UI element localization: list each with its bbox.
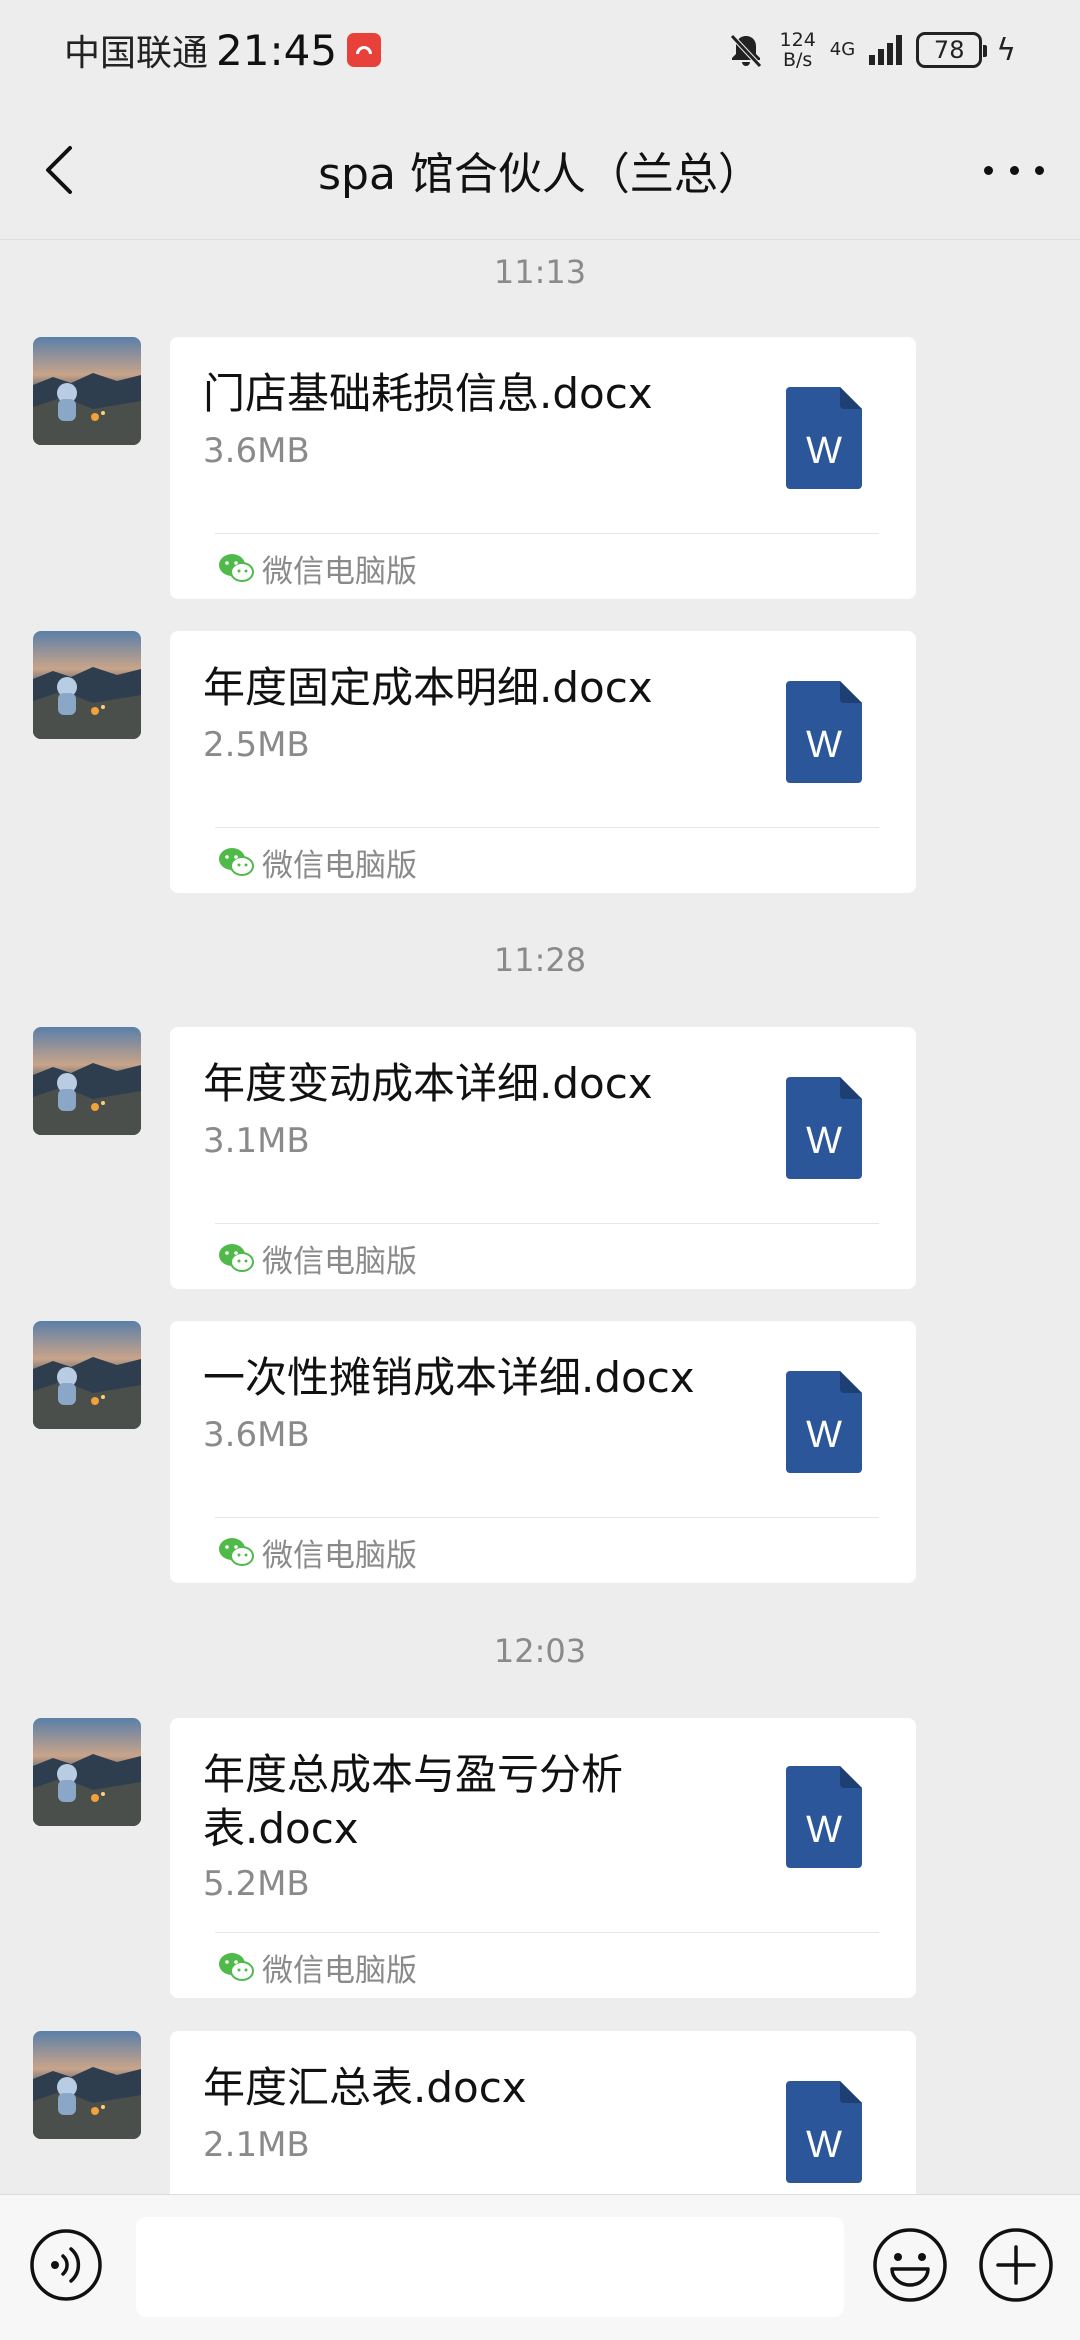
file-size: 3.1MB <box>203 1121 310 1161</box>
file-name: 年度变动成本详细.docx <box>203 1059 653 1108</box>
word-file-icon: W <box>786 387 862 489</box>
svg-text:W: W <box>806 430 842 472</box>
avatar[interactable] <box>33 1718 141 1826</box>
file-bubble[interactable]: 年度变动成本详细.docx 3.1MB W 微信电脑版 <box>170 1027 916 1289</box>
file-bubble[interactable]: 年度总成本与盈亏分析表.docx 5.2MB W 微信电脑版 <box>170 1718 916 1998</box>
divider <box>215 533 879 534</box>
wechat-icon <box>218 847 254 877</box>
file-bubble[interactable]: 年度固定成本明细.docx 2.5MB W 微信电脑版 <box>170 631 916 893</box>
svg-text:W: W <box>806 1414 842 1456</box>
avatar[interactable] <box>33 1321 141 1429</box>
file-name: 年度总成本与盈亏分析表.docx <box>203 1750 624 1853</box>
network-type: 4G <box>829 39 856 60</box>
battery-level: 78 <box>933 36 965 64</box>
more-options-icon[interactable] <box>984 150 1044 190</box>
carrier-name: 中国联通 <box>64 33 209 74</box>
timestamp: 12:03 <box>493 1632 587 1670</box>
bell-muted-icon <box>729 34 762 68</box>
file-name: 门店基础耗损信息.docx <box>203 369 653 418</box>
file-name: 一次性摊销成本详细.docx <box>203 1353 695 1402</box>
timestamp: 11:13 <box>493 253 587 291</box>
file-size: 2.5MB <box>203 725 310 765</box>
message-list[interactable]: 11:13 门店基础耗损信息.docx 3.6MB W 微信电脑版 年度固定成本… <box>0 241 1080 2194</box>
svg-text:W: W <box>806 1809 842 1851</box>
word-file-icon: W <box>786 681 862 783</box>
file-size: 5.2MB <box>203 1864 310 1904</box>
plus-icon[interactable] <box>976 2225 1056 2305</box>
network-speed-unit: B/s <box>782 49 813 71</box>
source-text: 微信电脑版 <box>262 553 417 590</box>
wechat-icon <box>218 1537 254 1567</box>
file-size: 2.1MB <box>203 2125 310 2165</box>
chat-title: spa 馆合伙人（兰总） <box>318 148 762 200</box>
divider <box>215 1517 879 1518</box>
word-file-icon: W <box>786 1766 862 1868</box>
word-file-icon: W <box>786 2081 862 2183</box>
status-time: 21:45 <box>216 25 338 75</box>
source-text: 微信电脑版 <box>262 1952 417 1989</box>
file-bubble[interactable]: 一次性摊销成本详细.docx 3.6MB W 微信电脑版 <box>170 1321 916 1583</box>
emoji-icon[interactable] <box>870 2225 950 2305</box>
svg-text:W: W <box>806 2124 842 2166</box>
divider <box>215 1932 879 1933</box>
source-label: 微信电脑版 <box>218 1532 417 1574</box>
input-bar <box>0 2194 1080 2340</box>
back-arrow-icon[interactable] <box>34 140 94 200</box>
file-size: 3.6MB <box>203 431 310 471</box>
source-label: 微信电脑版 <box>218 842 417 884</box>
word-file-icon: W <box>786 1077 862 1179</box>
wechat-icon <box>218 553 254 583</box>
file-bubble[interactable]: 年度汇总表.docx 2.1MB W <box>170 2031 916 2194</box>
chat-header: spa 馆合伙人（兰总） <box>0 100 1080 240</box>
network-speed-value: 124 <box>779 29 816 51</box>
wechat-icon <box>218 1952 254 1982</box>
charging-icon: ϟ <box>996 32 1016 68</box>
signal-strength-icon <box>869 35 903 65</box>
huawei-notification-icon <box>347 33 382 67</box>
wechat-icon <box>218 1243 254 1273</box>
avatar[interactable] <box>33 337 141 445</box>
file-name: 年度汇总表.docx <box>203 2063 527 2112</box>
source-label: 微信电脑版 <box>218 1947 417 1989</box>
source-label: 微信电脑版 <box>218 548 417 590</box>
divider <box>215 827 879 828</box>
source-text: 微信电脑版 <box>262 1243 417 1280</box>
timestamp: 11:28 <box>493 941 587 979</box>
avatar[interactable] <box>33 631 141 739</box>
svg-text:W: W <box>806 724 842 766</box>
voice-input-icon[interactable] <box>28 2227 104 2303</box>
avatar[interactable] <box>33 1027 141 1135</box>
network-speed: 124 B/s <box>780 30 816 70</box>
file-size: 3.6MB <box>203 1415 310 1455</box>
avatar[interactable] <box>33 2031 141 2139</box>
message-input[interactable] <box>136 2217 844 2317</box>
source-label: 微信电脑版 <box>218 1238 417 1280</box>
source-text: 微信电脑版 <box>262 847 417 884</box>
source-text: 微信电脑版 <box>262 1537 417 1574</box>
divider <box>215 1223 879 1224</box>
file-bubble[interactable]: 门店基础耗损信息.docx 3.6MB W 微信电脑版 <box>170 337 916 599</box>
svg-text:W: W <box>806 1120 842 1162</box>
file-name: 年度固定成本明细.docx <box>203 663 653 712</box>
word-file-icon: W <box>786 1371 862 1473</box>
battery-icon: 78 <box>916 32 988 68</box>
status-bar: 中国联通 21:45 124 B/s 4G 78 ϟ <box>0 0 1080 100</box>
